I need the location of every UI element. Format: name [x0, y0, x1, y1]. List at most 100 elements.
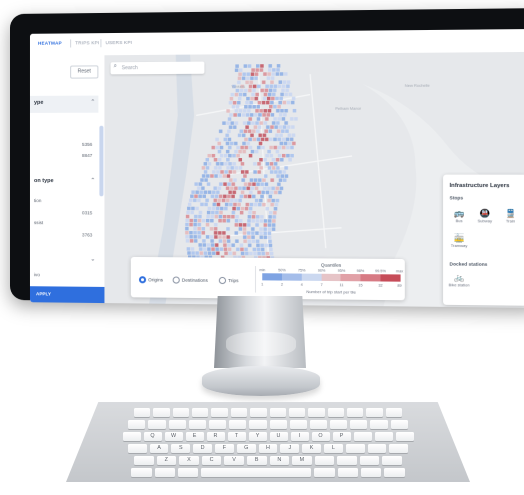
keyboard-key[interactable] — [345, 444, 365, 453]
keyboard-key[interactable] — [191, 408, 209, 417]
keyboard-key[interactable] — [314, 468, 335, 477]
keyboard-key[interactable]: J — [280, 444, 300, 453]
keyboard-key[interactable] — [153, 408, 170, 417]
keyboard-key[interactable] — [314, 456, 335, 465]
tab-users-kpi[interactable]: USERS KPI — [105, 40, 132, 45]
keyboard-key[interactable] — [128, 420, 146, 429]
keyboard-key[interactable] — [330, 420, 348, 429]
keyboard-key[interactable]: K — [302, 444, 321, 453]
keyboard-key[interactable] — [154, 468, 175, 477]
keyboard-key[interactable]: R — [206, 432, 225, 441]
keyboard-key[interactable] — [353, 432, 372, 441]
keyboard-key[interactable]: G — [236, 444, 256, 453]
keyboard-key[interactable] — [389, 444, 409, 453]
keyboard-key[interactable]: W — [164, 432, 183, 441]
keyboard-key[interactable] — [201, 468, 312, 477]
keyboard-key[interactable] — [327, 408, 345, 417]
filter-section-header[interactable]: on type ⌃ — [30, 174, 98, 191]
keyboard-key[interactable] — [366, 408, 383, 417]
keyboard-key[interactable] — [361, 468, 382, 477]
keyboard-key[interactable]: I — [290, 432, 309, 441]
keyboard-key[interactable] — [133, 408, 151, 417]
keyboard-key[interactable] — [122, 432, 141, 441]
radio-destinations[interactable] — [172, 276, 180, 284]
search-input[interactable]: Search — [122, 65, 138, 71]
keyboard-key[interactable] — [367, 444, 387, 453]
keyboard-key[interactable] — [337, 468, 359, 477]
keyboard-key[interactable]: F — [215, 444, 234, 453]
keyboard-key[interactable] — [395, 432, 414, 441]
keyboard-key[interactable]: C — [201, 456, 222, 465]
chevron-up-icon[interactable]: ⌃ — [90, 99, 95, 106]
keyboard-key[interactable] — [308, 408, 325, 417]
keyboard-key[interactable]: Z — [156, 456, 177, 465]
chevron-up-icon[interactable]: ⌃ — [90, 177, 95, 184]
keyboard-key[interactable] — [172, 408, 189, 417]
filter-section-header[interactable]: ype ⌃ — [29, 95, 99, 113]
keyboard-key[interactable] — [188, 420, 206, 429]
keyboard-key[interactable] — [289, 420, 307, 429]
keyboard-key[interactable]: Y — [248, 432, 267, 441]
keyboard-key[interactable] — [269, 420, 287, 429]
keyboard-key[interactable] — [127, 444, 147, 453]
keyboard-key[interactable]: M — [292, 456, 312, 465]
tab-trips-kpi[interactable]: TRIPS KPI — [75, 40, 99, 45]
heat-tile — [247, 121, 251, 125]
chevron-down-icon[interactable]: ⌄ — [90, 256, 95, 263]
keyboard-key[interactable]: B — [246, 456, 267, 465]
keyboard-key[interactable] — [384, 468, 405, 477]
keyboard-key[interactable]: X — [179, 456, 199, 465]
layer-subway[interactable]: 🚇 Subway — [473, 209, 497, 224]
keyboard-key[interactable] — [269, 408, 286, 417]
keyboard-key[interactable] — [177, 468, 199, 477]
keyboard-key[interactable] — [230, 408, 248, 417]
heat-tile — [198, 247, 203, 251]
layer-bus[interactable]: 🚌 Bus — [447, 209, 471, 224]
keyboard-key[interactable] — [288, 408, 306, 417]
keyboard-key[interactable] — [208, 420, 227, 429]
keyboard-key[interactable]: U — [269, 432, 288, 441]
keyboard-key[interactable] — [133, 456, 154, 465]
keyboard-key[interactable] — [374, 432, 393, 441]
keyboard-key[interactable] — [370, 420, 388, 429]
keyboard-key[interactable] — [309, 420, 328, 429]
keyboard-key[interactable]: E — [185, 432, 204, 441]
keyboard-key[interactable]: S — [171, 444, 191, 453]
keyboard-key[interactable]: O — [311, 432, 330, 441]
keyboard-key[interactable] — [229, 420, 247, 429]
keyboard-key[interactable]: T — [227, 432, 246, 441]
keyboard-key[interactable] — [249, 420, 267, 429]
layer-tramway[interactable]: 🚋 Tramway — [447, 234, 471, 249]
keyboard-key[interactable] — [359, 456, 380, 465]
keyboard-key[interactable] — [347, 408, 364, 417]
keyboard-key[interactable] — [385, 408, 403, 417]
keyboard-key[interactable] — [168, 420, 186, 429]
apply-button[interactable]: APPLY — [29, 286, 105, 304]
radio-origins[interactable] — [138, 276, 147, 284]
keyboard-key[interactable] — [390, 420, 408, 429]
keyboard-key[interactable]: N — [269, 456, 290, 465]
sidebar-scrollbar[interactable] — [99, 125, 104, 197]
keyboard-key[interactable]: Q — [143, 432, 162, 441]
heatmap-map[interactable]: ⌕ Search Pelham Manor Yonkers New Rochel… — [104, 51, 524, 309]
keyboard-key[interactable]: P — [332, 432, 351, 441]
tab-heatmap[interactable]: HEATMAP — [38, 41, 62, 46]
keyboard-key[interactable] — [211, 408, 228, 417]
keyboard-key[interactable]: D — [193, 444, 212, 453]
keyboard-key[interactable]: L — [323, 444, 343, 453]
keyboard-key[interactable]: H — [258, 444, 278, 453]
keyboard-key[interactable] — [131, 468, 152, 477]
layer-train[interactable]: 🚆 Train — [499, 209, 523, 224]
keyboard-key[interactable] — [148, 420, 166, 429]
radio-trips[interactable] — [218, 276, 227, 285]
keyboard-key[interactable] — [350, 420, 368, 429]
keyboard-key[interactable] — [382, 456, 403, 465]
keyboard-key[interactable] — [337, 456, 357, 465]
search-box[interactable]: ⌕ Search — [110, 61, 205, 75]
keyboard-key[interactable]: V — [224, 456, 244, 465]
keyboard-key[interactable]: A — [149, 444, 169, 453]
keyboard-key[interactable] — [250, 408, 267, 417]
layer-bike-station[interactable]: 🚲 Bike station — [447, 273, 471, 288]
filter-section-header[interactable]: ⌄ — [30, 254, 98, 272]
reset-button[interactable]: Reset — [70, 65, 99, 79]
